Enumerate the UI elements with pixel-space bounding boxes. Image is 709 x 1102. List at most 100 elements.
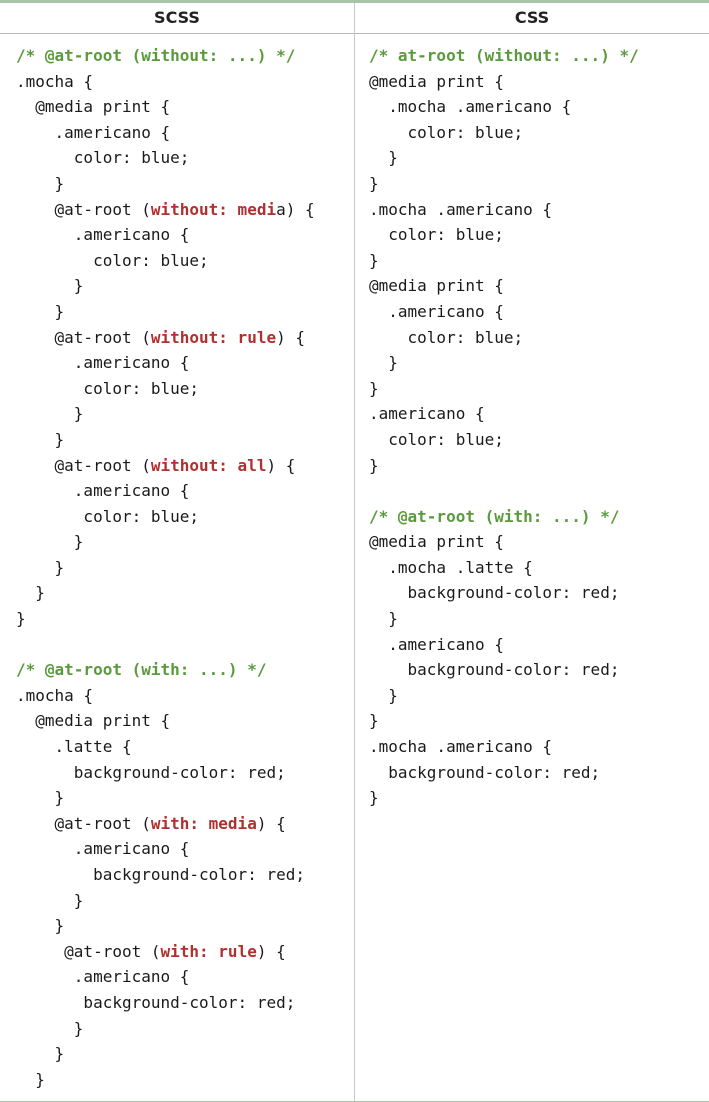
- scss-column-header: SCSS: [154, 8, 200, 27]
- code-text: color: blue;: [16, 250, 209, 270]
- code-text: color: blue;: [369, 225, 504, 245]
- code-text: @at-root (: [16, 455, 151, 475]
- code-line: }: [369, 453, 639, 479]
- code-text: }: [16, 404, 84, 424]
- code-text: background-color: red;: [16, 762, 286, 782]
- code-line: }: [16, 580, 315, 606]
- code-text: }: [16, 609, 26, 629]
- code-keyword: with: media: [150, 813, 257, 833]
- code-line: .mocha .americano {: [369, 94, 639, 120]
- code-line: color: blue;: [369, 325, 639, 351]
- code-line: color: blue;: [16, 145, 315, 171]
- code-text: .mocha .latte {: [369, 557, 533, 577]
- code-text: ) {: [266, 455, 296, 475]
- code-text: background-color: red;: [369, 583, 620, 603]
- code-line: .americano {: [16, 350, 315, 376]
- code-text: @at-root (: [16, 327, 151, 347]
- code-text: ) {: [256, 813, 286, 833]
- code-keyword: with: rule: [160, 941, 257, 961]
- code-text: background-color: red;: [16, 992, 296, 1012]
- code-line: /* at-root (without: ...) */: [369, 43, 639, 69]
- code-line: }: [369, 350, 639, 376]
- code-line: }: [16, 1041, 315, 1067]
- code-line: .americano {: [369, 299, 639, 325]
- code-line: .americano {: [16, 964, 315, 990]
- code-text: }: [369, 353, 398, 373]
- code-text: }: [16, 1044, 65, 1064]
- code-text: }: [369, 711, 379, 731]
- scss-code-block: /* @at-root (without: ...) */ .mocha { @m…: [16, 43, 315, 1092]
- code-text: ) {: [276, 327, 305, 347]
- code-text: .americano {: [16, 122, 171, 142]
- code-text: @at-root (: [16, 199, 151, 219]
- code-line: color: blue;: [16, 248, 315, 274]
- code-text: .mocha {: [16, 71, 94, 91]
- code-text: }: [369, 788, 379, 808]
- code-line: /* @at-root (without: ...) */: [16, 43, 315, 69]
- code-text: }: [16, 890, 84, 910]
- code-text: }: [369, 455, 379, 475]
- code-text: color: blue;: [16, 148, 190, 168]
- code-line: }: [16, 785, 315, 811]
- comparison-table: SCSS CSS /* @at-root (without: ...) */ .m…: [0, 0, 709, 1102]
- code-keyword: without: rule: [150, 327, 277, 347]
- code-text: ) {: [256, 941, 286, 961]
- code-line: .americano {: [16, 222, 315, 248]
- code-line: }: [16, 401, 315, 427]
- code-line: }: [16, 913, 315, 939]
- code-line: .americano {: [16, 120, 315, 146]
- code-line: background-color: red;: [369, 760, 639, 786]
- code-line: color: blue;: [369, 222, 639, 248]
- code-line: }: [16, 299, 315, 325]
- css-code-block: /* at-root (without: ...) */ @media print…: [369, 43, 639, 811]
- code-line: }: [369, 683, 639, 709]
- code-line: color: blue;: [369, 427, 639, 453]
- code-text: background-color: red;: [369, 660, 620, 680]
- code-text: }: [16, 173, 65, 193]
- code-keyword: without: all: [150, 455, 267, 475]
- code-line: @at-root (without: rule) {: [16, 325, 315, 351]
- code-text: }: [16, 276, 84, 296]
- code-text: }: [16, 557, 65, 577]
- code-line: .latte {: [16, 734, 315, 760]
- code-line: @at-root (without: all) {: [16, 453, 315, 479]
- code-text: .mocha .americano {: [369, 737, 553, 757]
- code-line: }: [16, 555, 315, 581]
- code-text: color: blue;: [369, 122, 524, 142]
- code-line: /* @at-root (with: ...) */: [369, 504, 639, 530]
- code-line: .americano {: [16, 478, 315, 504]
- code-text: }: [16, 583, 45, 603]
- code-text: }: [16, 532, 84, 552]
- code-line: }: [369, 708, 639, 734]
- code-comment: /* @at-root (with: ...) */: [369, 506, 620, 526]
- code-line: color: blue;: [369, 120, 639, 146]
- code-text: @media print {: [16, 711, 171, 731]
- code-line: }: [369, 606, 639, 632]
- code-text: @media print {: [369, 532, 504, 552]
- code-text: }: [369, 609, 398, 629]
- code-line: @media print {: [369, 69, 639, 95]
- code-text: color: blue;: [16, 506, 200, 526]
- code-text: .americano {: [16, 353, 190, 373]
- column-divider: [354, 3, 355, 1101]
- code-text: color: blue;: [369, 429, 504, 449]
- code-line: .americano {: [369, 401, 639, 427]
- code-text: .americano {: [16, 839, 190, 859]
- code-line: color: blue;: [16, 376, 315, 402]
- code-text: }: [16, 1069, 45, 1089]
- code-line: @at-root (with: media) {: [16, 811, 315, 837]
- code-line: .mocha .americano {: [369, 734, 639, 760]
- code-line: }: [369, 785, 639, 811]
- code-text: .americano {: [16, 481, 190, 501]
- code-text: }: [369, 685, 398, 705]
- code-text: .latte {: [16, 737, 132, 757]
- code-line: background-color: red;: [16, 990, 315, 1016]
- code-line: .mocha .latte {: [369, 555, 639, 581]
- code-comment: /* @at-root (with: ...) */: [16, 660, 267, 680]
- css-column-header: CSS: [514, 8, 550, 27]
- code-line: /* @at-root (with: ...) */: [16, 657, 315, 683]
- code-line: @at-root (without: media) {: [16, 197, 315, 223]
- code-text: .americano {: [369, 301, 504, 321]
- code-text: color: blue;: [16, 378, 200, 398]
- code-text: .americano {: [16, 967, 190, 987]
